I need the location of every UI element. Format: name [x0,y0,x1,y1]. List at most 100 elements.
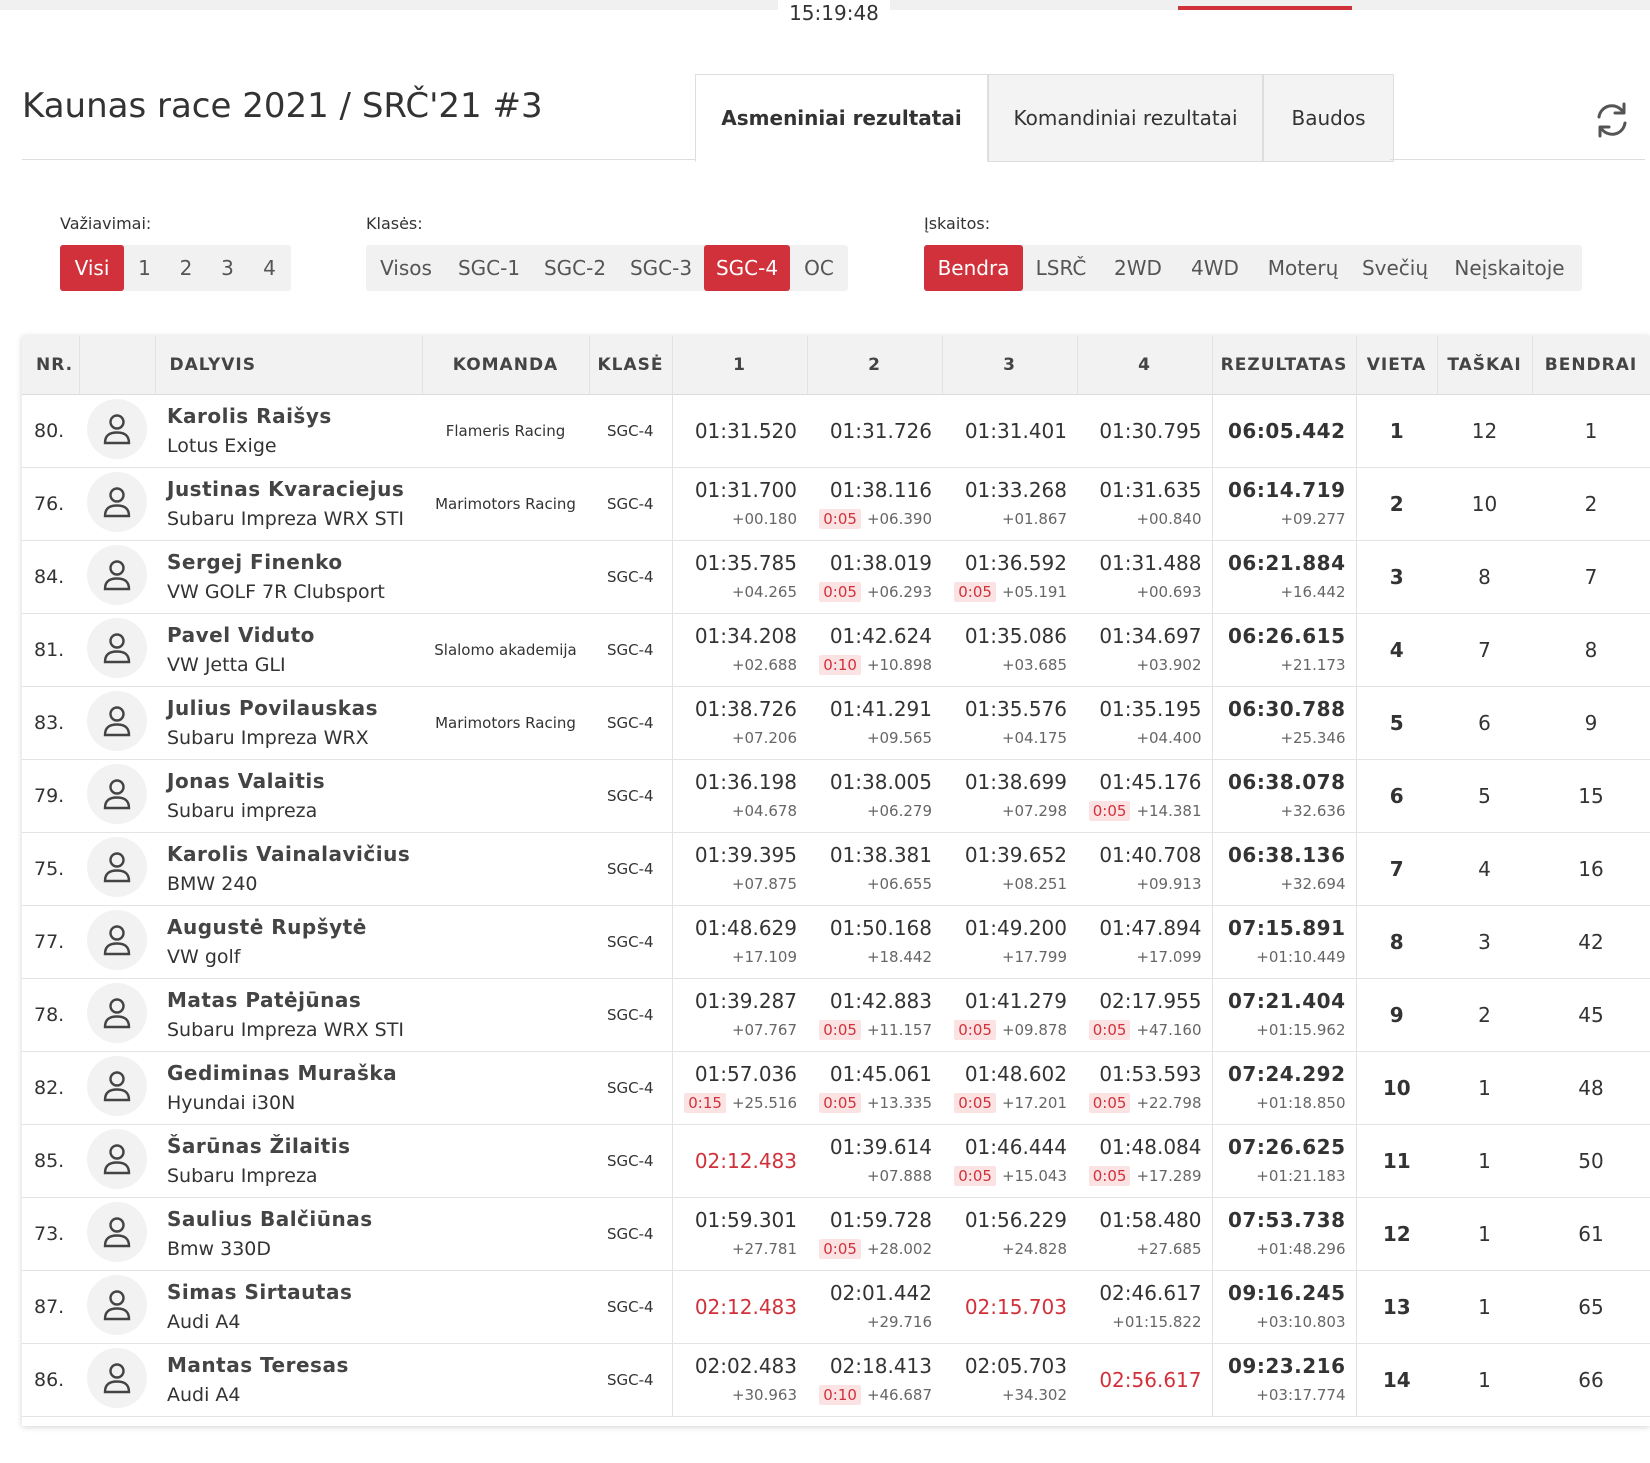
avatar-icon [87,398,147,459]
runs-filter-3[interactable]: 3 [207,245,248,291]
driver-name[interactable]: Mantas Teresas [167,1350,422,1380]
run-3-cell: 02:15.703 [942,1270,1077,1344]
driver-name[interactable]: Karolis Vainalavičius [167,839,422,869]
table-row[interactable]: 76. Justinas Kvaraciejus Subaru Impreza WR… [22,467,1650,541]
driver-name[interactable]: Justinas Kvaraciejus [167,474,422,504]
driver-name[interactable]: Gediminas Muraška [167,1058,422,1088]
table-row[interactable]: 75. Karolis Vainalavičius BMW 240 SGC-4 01:3… [22,832,1650,906]
standings-filter-moteru[interactable]: Moterų [1253,245,1353,291]
table-row[interactable]: 85. Šarūnas Žilaitis Subaru Impreza SGC-4 02… [22,1124,1650,1198]
class-filter-sgc4[interactable]: SGC-4 [704,245,790,291]
driver-name[interactable]: Sergej Finenko [167,547,422,577]
class-filter-sgc2[interactable]: SGC-2 [532,245,618,291]
runs-filter-1[interactable]: 1 [124,245,165,291]
run-diff-line: +34.302 [942,1381,1067,1409]
overall-place: 15 [1532,759,1650,833]
driver-name[interactable]: Augustė Rupšytė [167,912,422,942]
run-diff-line: +07.888 [807,1162,932,1190]
driver-name[interactable]: Karolis Raišys [167,401,422,431]
class-filter-sgc1[interactable]: SGC-1 [446,245,532,291]
run-diff-line: +27.781 [673,1235,797,1263]
run-time: 01:50.168 [829,916,932,940]
run-time: 02:17.955 [1099,989,1202,1013]
driver-name[interactable]: Jonas Valaitis [167,766,422,796]
table-row[interactable]: 81. Pavel Viduto VW Jetta GLI Slalomo akade… [22,613,1650,687]
table-row[interactable]: 84. Sergej Finenko VW GOLF 7R Clubsport SGC… [22,540,1650,614]
standings-filter-2wd[interactable]: 2WD [1099,245,1177,291]
driver-number: 78. [22,978,79,1052]
runs-filter-visi[interactable]: Visi [60,245,124,291]
run-time: 02:02.483 [694,1354,797,1378]
place: 1 [1356,394,1437,468]
driver-name[interactable]: Pavel Viduto [167,620,422,650]
standings-filter-sveciu[interactable]: Svečių [1353,245,1437,291]
run-diff: +05.191 [1001,583,1067,601]
runs-filter-2[interactable]: 2 [165,245,207,291]
table-row[interactable]: 87. Simas Sirtautas Audi A4 SGC-4 02:12.483 0… [22,1270,1650,1344]
run-4-cell: 01:45.176 0:05 +14.381 [1077,759,1212,833]
class-filter-oc[interactable]: OC [790,245,848,291]
standings-filter-lsrc[interactable]: LSRČ [1023,245,1099,291]
run-4-cell: 02:56.617 [1077,1343,1212,1417]
run-3-cell: 01:46.444 0:05 +15.043 [942,1124,1077,1198]
table-row[interactable]: 77. Augustė Rupšytė VW golf SGC-4 01:48.629 +… [22,905,1650,979]
result-time: 07:26.625 [1227,1135,1346,1159]
run-diff: +15.043 [1001,1167,1067,1185]
table-row[interactable]: 73. Saulius Balčiūnas Bmw 330D SGC-4 01:59.3… [22,1197,1650,1271]
run-4-cell: 01:35.195 +04.400 [1077,686,1212,760]
result-cell: 06:26.615 +21.173 [1211,613,1357,687]
run-4-cell: 02:17.955 0:05 +47.160 [1077,978,1212,1052]
run-diff: +04.175 [1001,729,1067,747]
standings-filter-bendra[interactable]: Bendra [924,245,1023,291]
run-time: 01:41.279 [964,989,1067,1013]
standings-filter-4wd[interactable]: 4WD [1177,245,1253,291]
run-2-cell: 01:42.883 0:05 +11.157 [807,978,942,1052]
run-4-cell: 02:46.617 +01:15.822 [1077,1270,1212,1344]
run-diff: +02.688 [731,656,797,674]
table-row[interactable]: 79. Jonas Valaitis Subaru impreza SGC-4 01:3… [22,759,1650,833]
driver-name[interactable]: Saulius Balčiūnas [167,1204,422,1234]
place: 10 [1356,1051,1437,1125]
run-diff-line: +06.279 [807,797,932,825]
table-row[interactable]: 78. Matas Patėjūnas Subaru Impreza WRX STI… [22,978,1650,1052]
run-diff: +30.963 [731,1386,797,1404]
points: 1 [1437,1270,1532,1344]
standings-filter-neiskaitoje[interactable]: Neįskaitoje [1437,245,1582,291]
table-row[interactable]: 82. Gediminas Muraška Hyundai i30N SGC-4 01:… [22,1051,1650,1125]
place: 3 [1356,540,1437,614]
tab-team-results[interactable]: Komandiniai rezultatai [988,74,1263,162]
driver-name[interactable]: Šarūnas Žilaitis [167,1131,422,1161]
class-filter-label: Klasės: [366,214,423,233]
overall-place: 16 [1532,832,1650,906]
driver-number: 73. [22,1197,79,1271]
run-diff: +07.888 [866,1167,932,1185]
place: 14 [1356,1343,1437,1417]
driver-name[interactable]: Julius Povilauskas [167,693,422,723]
table-row[interactable]: 83. Julius Povilauskas Subaru Impreza WRX M… [22,686,1650,760]
driver-name[interactable]: Simas Sirtautas [167,1277,422,1307]
run-1-cell: 01:31.520 [671,394,807,468]
overall-place: 50 [1532,1124,1650,1198]
run-diff-line: 0:05 +28.002 [807,1235,932,1263]
tab-penalties[interactable]: Baudos [1263,74,1394,162]
run-1-cell: 02:12.483 [671,1270,807,1344]
driver-name[interactable]: Matas Patėjūnas [167,985,422,1015]
avatar-icon [87,982,147,1043]
driver-number: 81. [22,613,79,687]
class-filter-visos[interactable]: Visos [366,245,446,291]
refresh-icon[interactable] [1592,100,1632,140]
overall-place: 66 [1532,1343,1650,1417]
run-time: 02:05.703 [964,1354,1067,1378]
run-4-cell: 01:34.697 +03.902 [1077,613,1212,687]
avatar-icon [87,836,147,897]
col-result: REZULTATAS [1212,336,1357,395]
table-row[interactable]: 80. Karolis Raišys Lotus Exige Flameris Rac… [22,394,1650,468]
runs-filter-4[interactable]: 4 [248,245,291,291]
run-time: 02:56.617 [1099,1368,1202,1392]
table-row[interactable]: 86. Mantas Teresas Audi A4 SGC-4 02:02.483 +3… [22,1343,1650,1417]
run-time: 01:58.480 [1099,1208,1202,1232]
class-filter-sgc3[interactable]: SGC-3 [618,245,704,291]
tab-individual-results[interactable]: Asmeniniai rezultatai [695,74,988,162]
result-cell: 06:14.719 +09.277 [1211,467,1357,541]
driver-car: Lotus Exige [167,435,277,457]
